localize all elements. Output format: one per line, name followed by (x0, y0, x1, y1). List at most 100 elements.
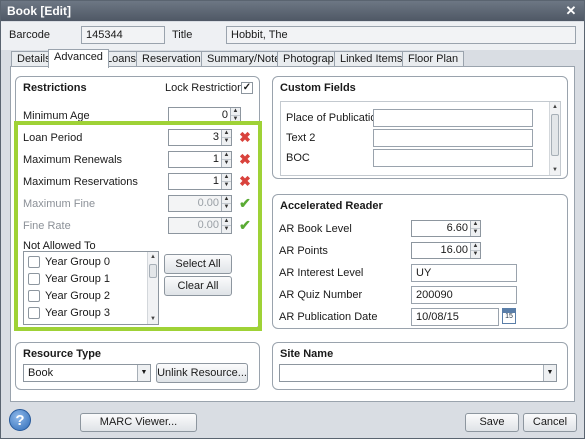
maximum-fine-label: Maximum Fine (23, 198, 96, 210)
ar-points-stepper[interactable]: 16.00 ▲ ▼ (411, 242, 481, 259)
window-title: Book [Edit] (7, 4, 71, 18)
maximum-renewals-label: Maximum Renewals (23, 154, 123, 166)
scroll-up-icon[interactable]: ▲ (148, 252, 158, 262)
list-item-label: Year Group 2 (45, 290, 111, 302)
delete-icon[interactable]: ✖ (238, 130, 252, 144)
scroll-thumb[interactable] (551, 114, 559, 156)
scroll-down-icon[interactable]: ▼ (550, 165, 560, 175)
header-fields: Barcode 145344 Title Hobbit, The (1, 22, 584, 50)
custom-field-input[interactable] (373, 129, 533, 147)
up-arrow-icon[interactable]: ▲ (222, 218, 231, 225)
maximum-reservations-value: 1 (212, 175, 219, 187)
maximum-reservations-stepper[interactable]: 1 ▲ ▼ (168, 173, 232, 190)
title-field[interactable]: Hobbit, The (226, 26, 576, 44)
delete-icon[interactable]: ✖ (238, 152, 252, 166)
marc-viewer-button[interactable]: MARC Viewer... (80, 413, 197, 432)
down-arrow-icon[interactable]: ▼ (231, 115, 240, 122)
up-arrow-icon[interactable]: ▲ (471, 221, 480, 228)
scroll-down-icon[interactable]: ▼ (148, 314, 158, 324)
ar-quiz-number-label: AR Quiz Number (279, 289, 363, 301)
maximum-renewals-stepper[interactable]: 1 ▲ ▼ (168, 151, 232, 168)
help-icon[interactable]: ? (9, 409, 31, 431)
down-arrow-icon[interactable]: ▼ (222, 203, 231, 210)
down-arrow-icon[interactable]: ▼ (471, 250, 480, 257)
ar-quiz-number-input[interactable]: 200090 (411, 286, 517, 304)
up-arrow-icon[interactable]: ▲ (231, 108, 240, 115)
down-arrow-icon[interactable]: ▼ (222, 159, 231, 166)
delete-icon[interactable]: ✖ (238, 174, 252, 188)
maximum-reservations-label: Maximum Reservations (23, 176, 138, 188)
checkmark-icon[interactable]: ✔ (238, 218, 252, 232)
resource-type-group: Resource Type Book ▼ Unlink Resource... (15, 342, 260, 390)
resource-type-heading: Resource Type (23, 348, 102, 360)
site-name-group: Site Name ▼ (272, 342, 568, 390)
ar-book-level-value: 6.60 (446, 222, 468, 234)
maximum-renewals-value: 1 (212, 153, 219, 165)
up-arrow-icon[interactable]: ▲ (222, 174, 231, 181)
tab-linked-items[interactable]: Linked Items (334, 51, 409, 67)
loan-period-stepper[interactable]: 3 ▲ ▼ (168, 129, 232, 146)
site-name-select[interactable]: ▼ (279, 364, 557, 382)
custom-field-label: Place of Publication (286, 112, 383, 124)
fine-rate-value: 0.00 (197, 219, 219, 231)
checkbox[interactable] (28, 307, 40, 319)
year-group-list[interactable]: Year Group 0 Year Group 1 Year Group 2 Y… (23, 251, 159, 325)
site-name-heading: Site Name (280, 348, 334, 360)
ar-publication-date-label: AR Publication Date (279, 311, 378, 323)
fine-rate-label: Fine Rate (23, 220, 71, 232)
lock-restrictions-checkbox[interactable]: ✓ (241, 82, 253, 94)
down-arrow-icon[interactable]: ▼ (222, 225, 231, 232)
clear-all-button[interactable]: Clear All (164, 276, 232, 296)
down-arrow-icon[interactable]: ▼ (222, 137, 231, 144)
fine-rate-stepper[interactable]: 0.00 ▲ ▼ (168, 217, 232, 234)
list-item-label: Year Group 0 (45, 256, 111, 268)
tab-advanced[interactable]: Advanced (48, 49, 109, 68)
maximum-fine-stepper[interactable]: 0.00 ▲ ▼ (168, 195, 232, 212)
ar-publication-date-input[interactable]: 10/08/15 (411, 308, 499, 326)
down-arrow-icon[interactable]: ▼ (471, 228, 480, 235)
accelerated-reader-heading: Accelerated Reader (280, 200, 383, 212)
checkbox[interactable] (28, 273, 40, 285)
maximum-fine-value: 0.00 (197, 197, 219, 209)
up-arrow-icon[interactable]: ▲ (222, 130, 231, 137)
unlink-resource-button[interactable]: Unlink Resource... (156, 363, 248, 383)
restrictions-heading: Restrictions (23, 82, 87, 94)
minimum-age-stepper[interactable]: 0 ▲ ▼ (168, 107, 241, 124)
down-arrow-icon[interactable]: ▼ (222, 181, 231, 188)
custom-fields-scrollbar[interactable]: ▲ ▼ (549, 102, 560, 175)
calendar-icon[interactable]: 15 (502, 308, 516, 324)
custom-field-input[interactable] (373, 109, 533, 127)
restrictions-group: Restrictions Lock Restrictions ✓ Minimum… (15, 76, 260, 329)
custom-field-label: Text 2 (286, 132, 316, 144)
calendar-day: 15 (505, 313, 513, 320)
ar-book-level-label: AR Book Level (279, 223, 352, 235)
tab-floor-plan[interactable]: Floor Plan (402, 51, 465, 67)
list-item-label: Year Group 1 (45, 273, 111, 285)
custom-field-input[interactable] (373, 149, 533, 167)
up-arrow-icon[interactable]: ▲ (222, 152, 231, 159)
custom-field-label: BOC (286, 152, 310, 164)
chevron-down-icon[interactable]: ▼ (137, 365, 150, 381)
resource-type-select[interactable]: Book ▼ (23, 364, 151, 382)
checkbox[interactable] (28, 290, 40, 302)
loan-period-value: 3 (212, 131, 219, 143)
up-arrow-icon[interactable]: ▲ (222, 196, 231, 203)
cancel-button[interactable]: Cancel (523, 413, 577, 432)
select-all-button[interactable]: Select All (164, 254, 232, 274)
checkbox[interactable] (28, 256, 40, 268)
minimum-age-value: 0 (221, 109, 228, 121)
up-arrow-icon[interactable]: ▲ (471, 243, 480, 250)
lock-restrictions-label: Lock Restrictions (165, 82, 249, 94)
close-icon[interactable]: ✕ (563, 3, 579, 18)
list-scrollbar[interactable]: ▲ ▼ (147, 252, 158, 324)
barcode-field[interactable]: 145344 (81, 26, 165, 44)
ar-book-level-stepper[interactable]: 6.60 ▲ ▼ (411, 220, 481, 237)
scroll-thumb[interactable] (149, 264, 157, 278)
checkmark-icon[interactable]: ✔ (238, 196, 252, 210)
chevron-down-icon[interactable]: ▼ (543, 365, 556, 381)
ar-interest-level-input[interactable]: UY (411, 264, 517, 282)
save-button[interactable]: Save (465, 413, 519, 432)
title-bar[interactable]: Book [Edit] ✕ (1, 1, 584, 21)
scroll-up-icon[interactable]: ▲ (550, 102, 560, 112)
barcode-label: Barcode (9, 29, 50, 41)
